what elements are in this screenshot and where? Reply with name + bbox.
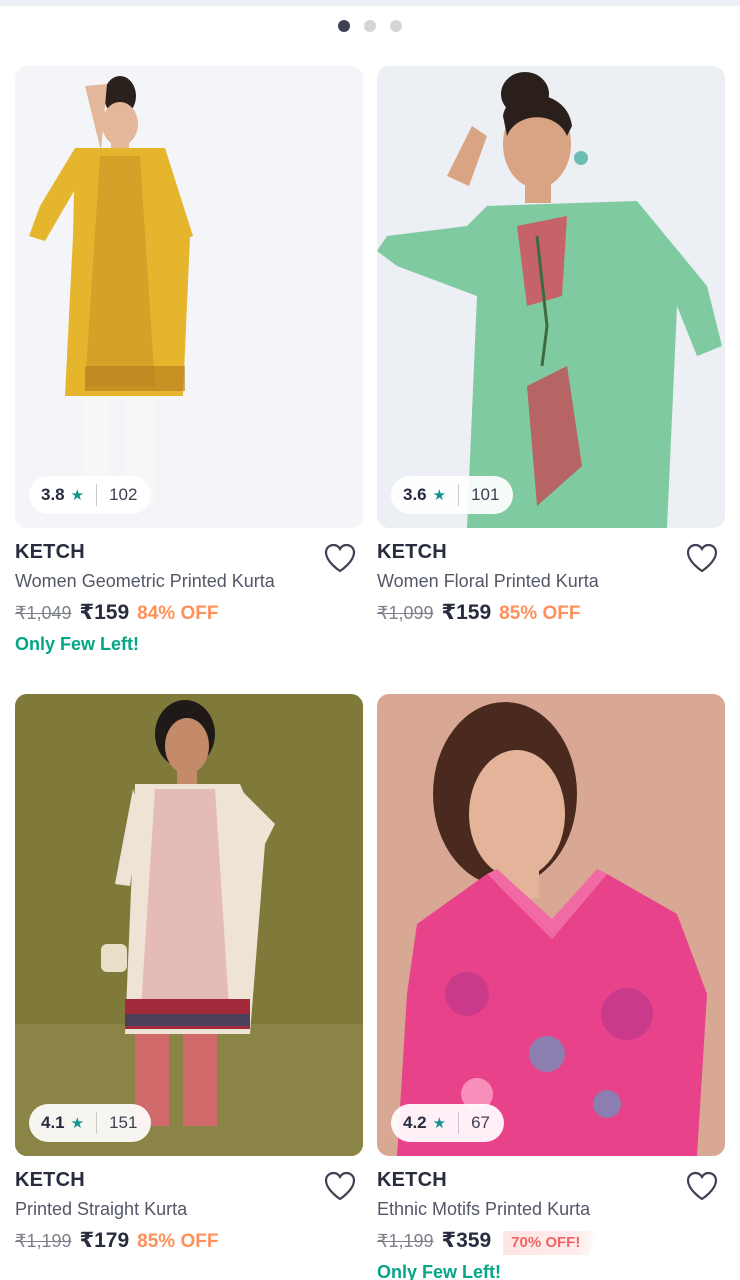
carousel-dot-1[interactable] (338, 20, 350, 32)
top-strip (0, 0, 740, 6)
selling-price: ₹359 (441, 1229, 492, 1252)
rating-badge: 4.2 ★ 67 (391, 1104, 505, 1142)
selling-price: ₹159 (441, 601, 492, 624)
price-row: ₹1,049 ₹159 84% OFF (15, 596, 363, 630)
carousel-dot-3[interactable] (390, 20, 402, 32)
product-image[interactable]: 4.1 ★ 151 (15, 694, 363, 1156)
rating-value: 4.2 (403, 1113, 427, 1132)
discount-label: 84% OFF (137, 603, 219, 624)
rating-count: 151 (109, 1113, 138, 1132)
rating-badge: 3.8 ★ 102 (29, 476, 152, 514)
product-card[interactable]: 4.1 ★ 151 KETCH Printed Straight Kurta ₹… (15, 694, 363, 1258)
divider (96, 1112, 98, 1134)
product-title: Printed Straight Kurta (15, 1199, 188, 1219)
stock-note: Only Few Left! (377, 1262, 502, 1280)
price-row: ₹1,199 ₹179 85% OFF (15, 1224, 363, 1258)
product-brand: KETCH (377, 541, 447, 563)
product-title: Women Geometric Printed Kurta (15, 571, 275, 591)
star-icon: ★ (432, 487, 447, 504)
star-icon: ★ (70, 487, 85, 504)
rating-badge: 3.6 ★ 101 (391, 476, 514, 514)
rating-value: 3.6 (403, 485, 427, 504)
discount-badge: 70% OFF! (503, 1231, 599, 1255)
mrp-price: ₹1,199 (15, 1231, 72, 1251)
divider (96, 484, 98, 506)
product-title: Ethnic Motifs Printed Kurta (377, 1199, 591, 1219)
carousel-dot-2[interactable] (364, 20, 376, 32)
discount-label: 85% OFF (137, 1231, 219, 1252)
product-card[interactable]: 3.6 ★ 101 KETCH Women Floral Printed Kur… (377, 66, 725, 630)
wishlist-heart-icon[interactable] (685, 542, 719, 574)
divider (458, 1112, 460, 1134)
rating-value: 4.1 (41, 1113, 65, 1132)
rating-value: 3.8 (41, 485, 65, 504)
mrp-price: ₹1,049 (15, 603, 72, 623)
product-image[interactable]: 3.8 ★ 102 (15, 66, 363, 528)
wishlist-heart-icon[interactable] (323, 1170, 357, 1202)
product-card[interactable]: 3.8 ★ 102 KETCH Women Geometric Printed … (15, 66, 363, 658)
star-icon: ★ (432, 1115, 447, 1132)
divider (458, 484, 460, 506)
product-brand: KETCH (377, 1169, 447, 1191)
rating-count: 101 (471, 485, 500, 504)
product-image[interactable]: 4.2 ★ 67 (377, 694, 725, 1156)
wishlist-heart-icon[interactable] (323, 542, 357, 574)
mrp-price: ₹1,199 (377, 1231, 434, 1251)
product-brand: KETCH (15, 1169, 85, 1191)
product-title: Women Floral Printed Kurta (377, 571, 599, 591)
product-card[interactable]: 4.2 ★ 67 KETCH Ethnic Motifs Printed Kur… (377, 694, 725, 1280)
product-image[interactable]: 3.6 ★ 101 (377, 66, 725, 528)
selling-price: ₹159 (79, 601, 130, 624)
rating-count: 67 (471, 1113, 491, 1132)
rating-badge: 4.1 ★ 151 (29, 1104, 152, 1142)
mrp-price: ₹1,099 (377, 603, 434, 623)
product-brand: KETCH (15, 541, 85, 563)
rating-count: 102 (109, 485, 138, 504)
price-row: ₹1,199 ₹359 70% OFF! (377, 1224, 725, 1258)
star-icon: ★ (70, 1115, 85, 1132)
wishlist-heart-icon[interactable] (685, 1170, 719, 1202)
selling-price: ₹179 (79, 1229, 130, 1252)
price-row: ₹1,099 ₹159 85% OFF (377, 596, 725, 630)
stock-note: Only Few Left! (15, 634, 140, 654)
discount-label: 85% OFF (499, 603, 581, 624)
carousel-dots (0, 20, 740, 32)
